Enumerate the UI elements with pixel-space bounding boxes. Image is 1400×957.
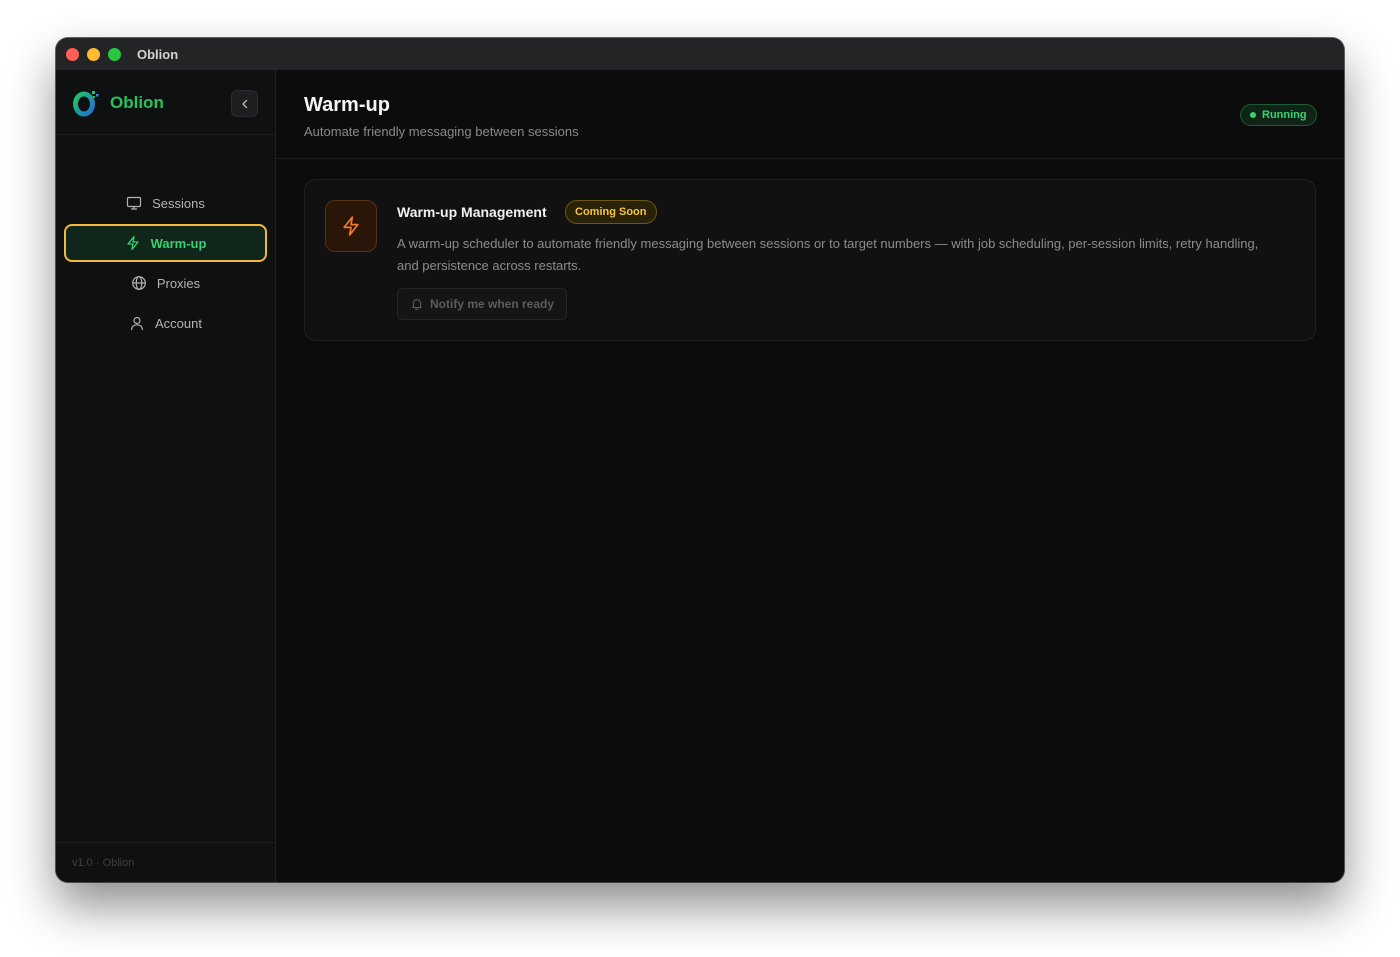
lightning-icon xyxy=(126,235,139,251)
version-label: v1.0 · Oblion xyxy=(72,857,135,869)
chevron-left-icon xyxy=(241,99,247,108)
sidebar-item-account[interactable]: Account xyxy=(64,304,267,342)
bell-icon xyxy=(412,299,422,310)
sidebar-item-label: Proxies xyxy=(156,275,201,291)
monitor-icon xyxy=(127,196,142,210)
feature-icon-box xyxy=(325,200,377,252)
close-window-button[interactable] xyxy=(66,47,79,61)
sidebar-item-sessions[interactable]: Sessions xyxy=(64,184,267,222)
brand: Oblion xyxy=(56,70,275,135)
feature-card: Warm-up Management Coming Soon A warm-up… xyxy=(304,179,1316,341)
globe-icon xyxy=(131,276,146,290)
status-label: Running xyxy=(1262,109,1307,121)
sidebar-item-label: Sessions xyxy=(152,195,205,211)
sidebar-item-warm-up[interactable]: Warm-up xyxy=(64,224,267,262)
sidebar-item-proxies[interactable]: Proxies xyxy=(64,264,267,302)
status-badge: Running xyxy=(1240,104,1317,126)
notify-button[interactable]: Notify me when ready xyxy=(397,288,568,320)
coming-soon-badge: Coming Soon xyxy=(565,200,657,224)
sidebar-nav: Sessions Warm-up Proxies Account xyxy=(64,184,267,344)
lightning-icon xyxy=(343,216,359,236)
sidebar-item-label: Warm-up xyxy=(150,235,207,251)
sidebar: Oblion Sessions Warm-up Proxies Account … xyxy=(56,70,276,882)
notify-button-label: Notify me when ready xyxy=(430,297,555,311)
app-window: Oblion Oblion Sessions Warm-up Proxies A… xyxy=(56,38,1344,882)
page-header: Warm-up Automate friendly messaging betw… xyxy=(276,70,1344,159)
sidebar-footer: v1.0 · Oblion xyxy=(56,842,275,882)
maximize-window-button[interactable] xyxy=(108,47,121,61)
title-bar: Oblion xyxy=(56,38,1344,71)
main-content: Warm-up Automate friendly messaging betw… xyxy=(276,70,1344,882)
page-title: Warm-up xyxy=(304,94,390,116)
page-subtitle: Automate friendly messaging between sess… xyxy=(304,124,579,139)
brand-name: Oblion xyxy=(110,93,164,112)
status-dot-icon xyxy=(1250,112,1256,118)
card-description: A warm-up scheduler to automate friendly… xyxy=(397,236,1259,273)
sidebar-item-label: Account xyxy=(155,315,202,331)
user-icon xyxy=(130,316,144,331)
oblion-logo-icon xyxy=(73,91,99,117)
minimize-window-button[interactable] xyxy=(87,47,100,61)
collapse-sidebar-button[interactable] xyxy=(231,90,258,117)
card-title: Warm-up Management xyxy=(397,204,547,220)
window-title: Oblion xyxy=(137,46,179,62)
